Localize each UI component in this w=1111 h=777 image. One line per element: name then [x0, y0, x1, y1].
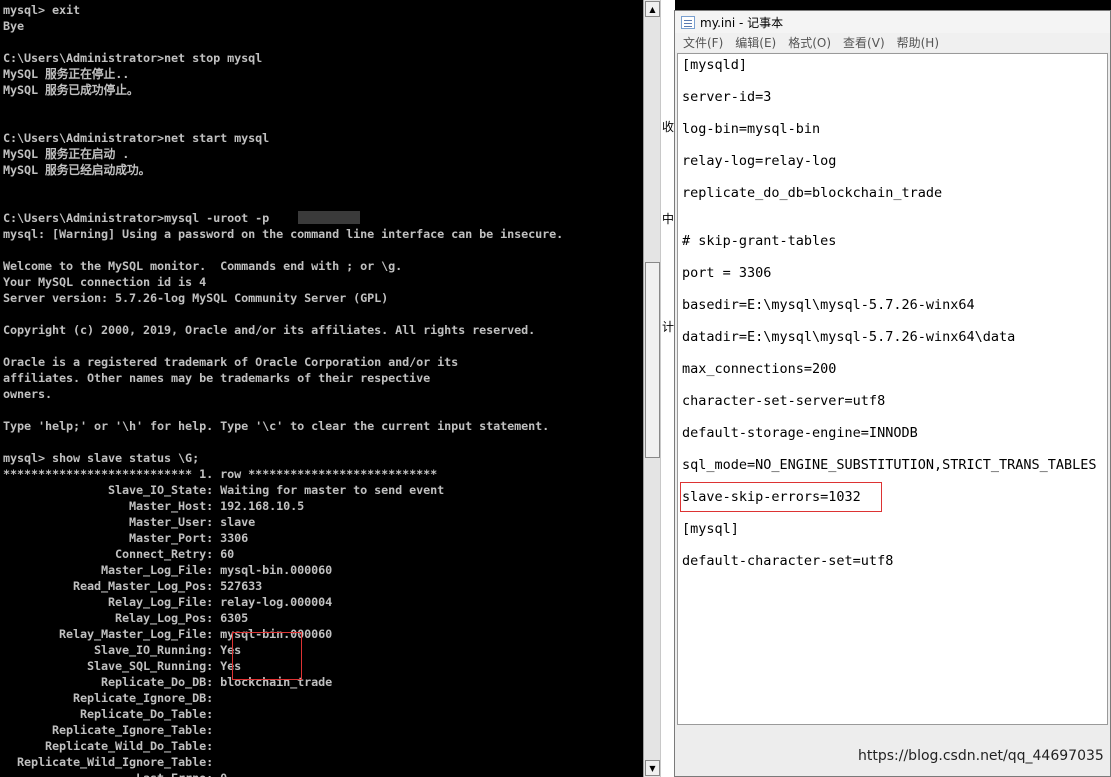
config-line: port = 3306 [682, 265, 772, 281]
console-line: mysql> exit [3, 3, 81, 17]
up-arrow-icon[interactable]: ▲ [645, 1, 660, 17]
menu-help[interactable]: 帮助(H) [897, 34, 939, 51]
console-line: Last_Errno: 0 [3, 770, 227, 777]
config-line: replicate_do_db=blockchain_trade [682, 185, 943, 201]
console-line: Read_Master_Log_Pos: 527633 [3, 579, 263, 593]
console-line: Oracle is a registered trademark of Orac… [3, 355, 459, 369]
console-line: MySQL 服务已成功停止。 [3, 83, 139, 97]
config-line: server-id=3 [682, 89, 772, 105]
console-line: Welcome to the MySQL monitor. Commands e… [3, 259, 403, 273]
console-line: Server version: 5.7.26-log MySQL Communi… [3, 291, 389, 305]
notepad-window: my.ini - 记事本 文件(F) 编辑(E) 格式(O) 查看(V) 帮助(… [674, 10, 1111, 777]
console-line: Replicate_Do_Table: [3, 707, 214, 721]
console-line: Master_User: slave [3, 515, 256, 529]
config-line: log-bin=mysql-bin [682, 121, 821, 137]
console-line: MySQL 服务正在停止.. [3, 67, 130, 81]
console-line: affiliates. Other names may be trademark… [3, 371, 431, 385]
console-line: Slave_IO_State: Waiting for master to se… [3, 483, 445, 497]
console-line: Relay_Log_File: relay-log.000004 [3, 595, 333, 609]
config-line: relay-log=relay-log [682, 153, 837, 169]
console-line: Replicate_Wild_Do_Table: [3, 739, 214, 753]
notepad-text-area[interactable]: default-character-set=utf8 [mysql] slave-s… [677, 53, 1108, 725]
console-line: Master_Port: 3306 [3, 531, 249, 545]
notepad-icon [681, 15, 695, 29]
menu-format[interactable]: 格式(O) [788, 34, 831, 51]
config-line: character-set-server=utf8 [682, 393, 886, 409]
down-arrow-icon[interactable]: ▼ [645, 760, 660, 776]
console-line: Your MySQL connection id is 4 [3, 275, 207, 289]
menu-edit[interactable]: 编辑(E) [735, 34, 776, 51]
console-line: owners. [3, 387, 53, 401]
bg-glyph: 计 [662, 320, 675, 334]
console-line: Replicate_Ignore_Table: [3, 723, 214, 737]
console-line: mysql: [Warning] Using a password on the… [3, 227, 564, 241]
config-line: max_connections=200 [682, 361, 837, 377]
redacted-password [298, 211, 360, 224]
console-line: Master_Log_File: mysql-bin.000060 [3, 563, 333, 577]
config-line: [mysqld] [682, 57, 748, 73]
config-line: basedir=E:\mysql\mysql-5.7.26-winx64 [682, 297, 975, 313]
bg-glyph: 中 [662, 212, 675, 226]
config-line: datadir=E:\mysql\mysql-5.7.26-winx64\dat… [682, 329, 1016, 345]
window-title: my.ini - 记事本 [700, 15, 784, 30]
console-line: MySQL 服务已经启动成功。 [3, 163, 151, 177]
console-scrollbar[interactable]: ▲ ▼ [643, 0, 661, 777]
console-line: C:\Users\Administrator>net stop mysql [3, 51, 263, 65]
console-line: Replicate_Wild_Ignore_Table: [3, 755, 214, 769]
highlight-running-box [232, 632, 302, 680]
menu-view[interactable]: 查看(V) [843, 34, 885, 51]
console-line: Type 'help;' or '\h' for help. Type '\c'… [3, 419, 550, 433]
console-line: Master_Host: 192.168.10.5 [3, 499, 305, 513]
console-line: Replicate_Ignore_DB: [3, 691, 214, 705]
console-line: Slave_IO_Running: Yes [3, 643, 242, 657]
console-line: C:\Users\Administrator>net start mysql [3, 131, 270, 145]
console-line: MySQL 服务正在启动 . [3, 147, 130, 161]
highlight-skip-errors-box [680, 482, 882, 512]
console-line: Connect_Retry: 60 [3, 547, 235, 561]
cmd-console[interactable]: Last_Errno: 0 Replicate_Wild_Ignore_Tabl… [0, 0, 643, 777]
config-line: # skip-grant-tables [682, 233, 837, 249]
notepad-titlebar[interactable]: my.ini - 记事本 [675, 11, 1110, 34]
bg-glyph: 收 [662, 120, 675, 134]
config-line: default-character-set=utf8 [682, 553, 894, 569]
console-line: mysql> show slave status \G; [3, 451, 200, 465]
console-line: C:\Users\Administrator>mysql -uroot -p [3, 211, 270, 225]
config-line: sql_mode=NO_ENGINE_SUBSTITUTION,STRICT_T… [682, 457, 1097, 473]
config-line: default-storage-engine=INNODB [682, 425, 918, 441]
menu-file[interactable]: 文件(F) [683, 34, 723, 51]
console-line: Copyright (c) 2000, 2019, Oracle and/or … [3, 323, 536, 337]
notepad-menubar: 文件(F) 编辑(E) 格式(O) 查看(V) 帮助(H) [675, 33, 1110, 52]
console-line: Relay_Log_Pos: 6305 [3, 611, 249, 625]
console-line: Slave_SQL_Running: Yes [3, 659, 242, 673]
scroll-thumb[interactable] [645, 262, 660, 458]
console-line: Bye [3, 19, 25, 33]
background-window-strip: 收 中 计 [660, 0, 675, 777]
watermark: https://blog.csdn.net/qq_44697035 [858, 748, 1104, 764]
console-line: *************************** 1. row *****… [3, 467, 438, 481]
config-line: [mysql] [682, 521, 739, 537]
